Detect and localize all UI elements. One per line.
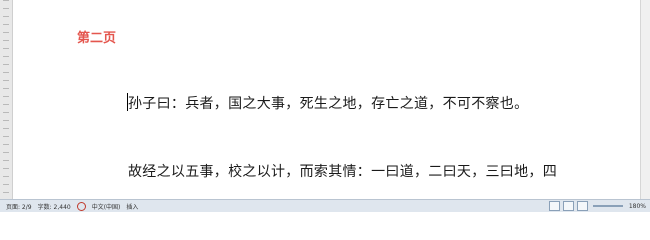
paragraph-1[interactable]: 孙子曰：兵者，国之大事，死生之地，存亡之道，不可不察也。 — [128, 93, 528, 113]
language-indicator[interactable]: 中文(中国) — [92, 202, 121, 211]
word-count[interactable]: 字数: 2,440 — [38, 202, 71, 211]
web-layout-view-button[interactable] — [576, 201, 588, 211]
page-heading: 第二页 — [77, 31, 117, 46]
spellcheck-icon[interactable] — [76, 201, 86, 211]
vertical-scrollbar[interactable] — [640, 0, 650, 199]
insert-mode-indicator[interactable]: 插入 — [126, 202, 138, 211]
zoom-level[interactable]: 180% — [629, 203, 646, 210]
vertical-ruler — [0, 0, 13, 199]
print-layout-view-button[interactable] — [548, 201, 560, 211]
zoom-slider[interactable] — [592, 205, 623, 207]
text-cursor — [127, 93, 128, 111]
status-right-controls: 180% — [546, 201, 646, 211]
page-count[interactable]: 页面: 2/9 — [6, 202, 32, 211]
status-bar: 页面: 2/9 字数: 2,440 中文(中国) 插入 180% — [0, 199, 650, 212]
paragraph-2[interactable]: 故经之以五事，校之以计，而索其情：一曰道，二曰天，三曰地，四 — [128, 161, 557, 181]
full-screen-view-button[interactable] — [562, 201, 574, 211]
ruler-ticks — [3, 0, 9, 199]
